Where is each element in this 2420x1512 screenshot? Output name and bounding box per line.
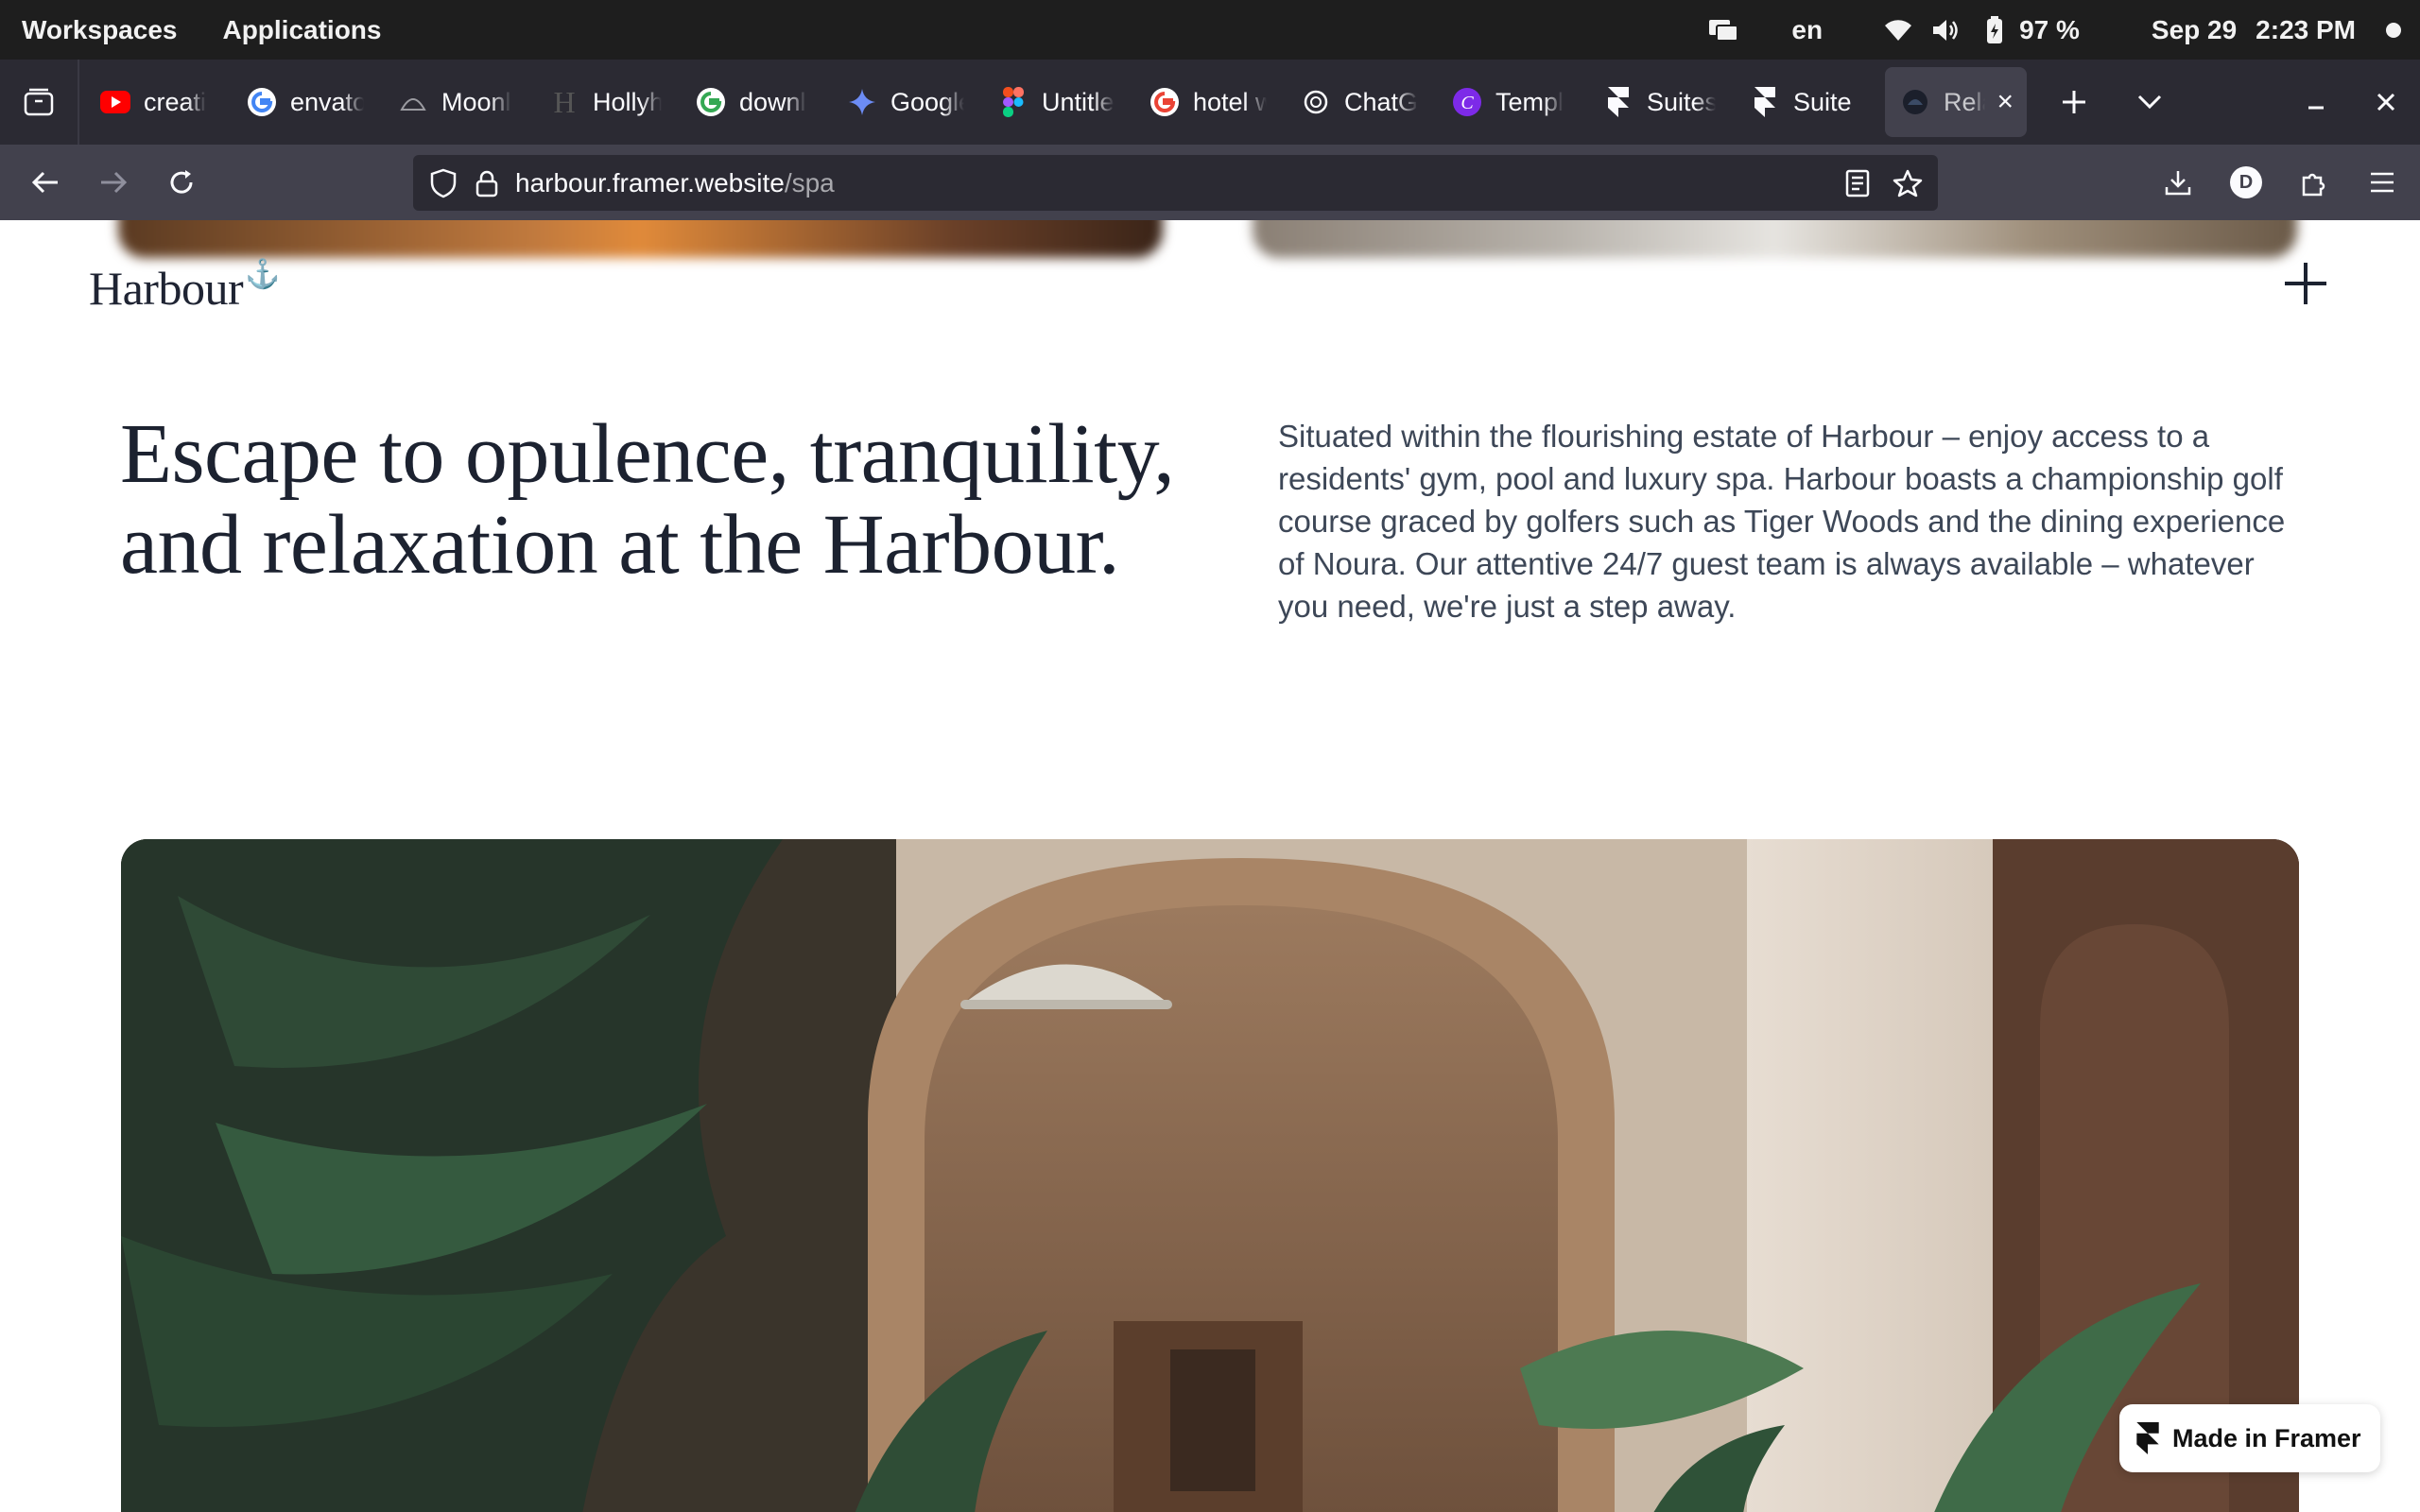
forward-button[interactable] xyxy=(79,145,147,220)
tab[interactable]: ChatGI xyxy=(1280,67,1431,137)
plus-icon xyxy=(2285,263,2326,304)
gallery-image-right xyxy=(1253,220,2297,258)
youtube-icon xyxy=(100,87,130,117)
reload-icon xyxy=(170,170,193,194)
tab[interactable]: C Templ xyxy=(1431,67,1582,137)
h-logo-icon: H xyxy=(553,84,576,119)
screen-share-icon[interactable] xyxy=(1704,11,1742,49)
tab[interactable]: creati xyxy=(79,67,226,137)
gallery-image-left xyxy=(118,220,1163,258)
svg-text:C: C xyxy=(1461,93,1474,113)
clock[interactable]: 2:23 PM xyxy=(2256,15,2356,45)
google-icon xyxy=(696,87,726,117)
tab[interactable]: H Hollyh xyxy=(528,67,675,137)
volume-icon[interactable] xyxy=(1927,11,1964,49)
reader-view-icon[interactable] xyxy=(1845,169,1870,198)
figma-icon xyxy=(998,87,1028,117)
list-all-tabs-button[interactable] xyxy=(2112,60,2187,145)
hamburger-menu-icon xyxy=(2371,172,2394,193)
tab[interactable]: hotel w xyxy=(1129,67,1280,137)
navigation-toolbar: harbour.framer.website/spa D xyxy=(0,145,2420,220)
workspaces-menu[interactable]: Workspaces xyxy=(22,15,177,45)
framer-icon xyxy=(1603,87,1634,117)
badge-label: Made in Framer xyxy=(2172,1423,2361,1452)
canva-icon: C xyxy=(1452,87,1482,117)
firefox-view-button[interactable] xyxy=(0,60,79,145)
page-headline: Escape to opulence, tranquility, and rel… xyxy=(120,407,1175,592)
keyboard-layout[interactable]: en xyxy=(1791,15,1823,45)
made-in-framer-badge[interactable]: Made in Framer xyxy=(2119,1404,2380,1472)
arrow-left-icon xyxy=(31,171,58,194)
anchor-icon: ⚓ xyxy=(245,259,280,290)
tab[interactable]: Suite xyxy=(1729,67,1876,137)
logo-text: Harbour xyxy=(89,262,244,315)
plus-icon xyxy=(2063,91,2085,113)
account-button[interactable]: D xyxy=(2212,145,2280,220)
site-logo[interactable]: Harbour⚓ xyxy=(89,258,280,316)
openai-icon xyxy=(1301,87,1331,117)
downloads-button[interactable] xyxy=(2144,145,2212,220)
url-path: /spa xyxy=(784,167,835,198)
menu-toggle-button[interactable] xyxy=(2282,260,2329,307)
address-bar[interactable]: harbour.framer.website/spa xyxy=(413,155,1938,211)
back-button[interactable] xyxy=(11,145,79,220)
tab-active[interactable]: Rela × xyxy=(1885,67,2027,137)
gemini-icon xyxy=(847,87,877,117)
tracking-protection-shield-icon[interactable] xyxy=(430,168,457,198)
chevron-down-icon xyxy=(2137,94,2162,110)
download-icon xyxy=(2165,171,2191,196)
tab[interactable]: Moonl xyxy=(377,67,528,137)
extensions-button[interactable] xyxy=(2280,145,2348,220)
close-icon xyxy=(2377,93,2395,112)
notification-dot-icon[interactable] xyxy=(2386,22,2401,38)
puzzle-icon xyxy=(2302,173,2325,197)
tab[interactable]: downl xyxy=(675,67,826,137)
app-menu-button[interactable] xyxy=(2348,145,2416,220)
url-domain: harbour.framer.website xyxy=(515,167,785,198)
framer-icon xyxy=(1750,87,1780,117)
midjourney-icon xyxy=(398,87,428,117)
hero-image xyxy=(121,839,2299,1512)
lock-icon[interactable] xyxy=(475,169,498,198)
applications-menu[interactable]: Applications xyxy=(222,15,381,45)
close-tab-icon[interactable]: × xyxy=(1996,86,2014,118)
google-icon xyxy=(247,87,277,117)
tab[interactable]: envato xyxy=(226,67,377,137)
close-window-button[interactable] xyxy=(2352,60,2420,145)
avatar: D xyxy=(2230,166,2262,198)
new-tab-button[interactable] xyxy=(2036,60,2112,145)
framer-logo-icon xyxy=(2136,1422,2159,1454)
bookmark-star-icon[interactable] xyxy=(1893,168,1923,198)
web-page: Harbour⚓ Escape to opulence, tranquility… xyxy=(0,220,2420,1512)
battery-charging-icon[interactable] xyxy=(1976,11,2014,49)
arrow-right-icon xyxy=(101,171,128,194)
os-top-bar: Workspaces Applications en 97 % Sep 29 2… xyxy=(0,0,2420,60)
tab[interactable]: Suites xyxy=(1582,67,1729,137)
tab-strip: creati envato Moonl H Hollyh downl Googl… xyxy=(0,60,2420,145)
battery-percent: 97 % xyxy=(2019,14,2080,44)
firefox-view-icon xyxy=(24,88,54,116)
minimize-button[interactable] xyxy=(2282,60,2350,145)
url-text[interactable]: harbour.framer.website/spa xyxy=(515,168,835,198)
tab[interactable]: Google xyxy=(826,67,977,137)
google-icon xyxy=(1150,87,1180,117)
harbour-favicon-icon xyxy=(1900,87,1930,117)
tab[interactable]: Untitle xyxy=(977,67,1129,137)
minimize-icon xyxy=(2308,106,2324,110)
reload-button[interactable] xyxy=(147,145,216,220)
wifi-icon[interactable] xyxy=(1879,11,1917,49)
intro-paragraph: Situated within the flourishing estate o… xyxy=(1278,419,2286,624)
date[interactable]: Sep 29 xyxy=(2152,15,2237,45)
